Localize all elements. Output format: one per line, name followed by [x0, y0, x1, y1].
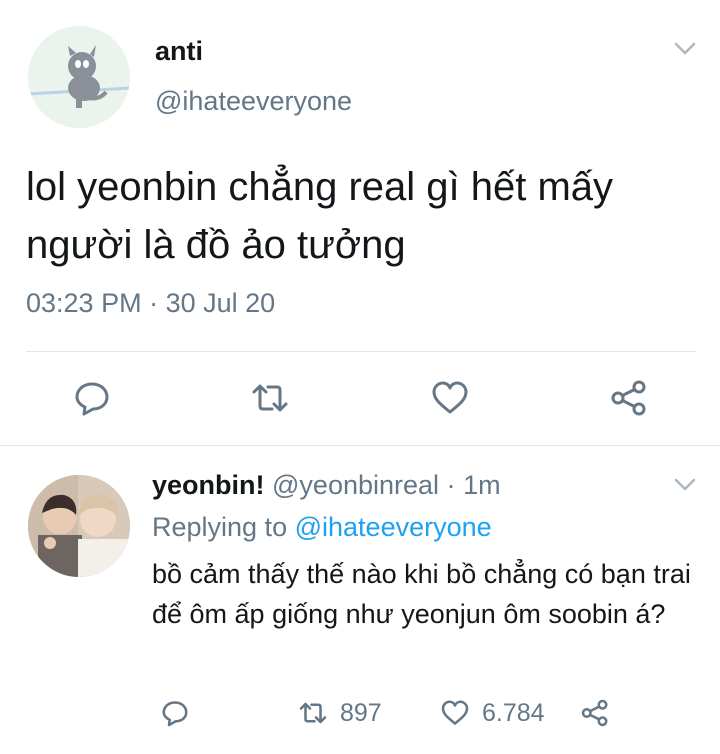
reply-button[interactable] [72, 378, 112, 418]
tweet-age[interactable]: 1m [463, 470, 501, 500]
user-handle[interactable]: @yeonbinreal [272, 470, 439, 500]
reply-header: yeonbin! @yeonbinreal · 1m [152, 470, 501, 501]
tweet-time: 03:23 PM [26, 288, 142, 318]
divider [0, 445, 720, 446]
retweet-icon [299, 702, 327, 724]
share-icon [611, 380, 646, 416]
retweet-button[interactable] [250, 378, 290, 418]
retweet-count: 897 [340, 698, 382, 727]
avatar[interactable] [28, 26, 130, 128]
reply-icon [75, 382, 109, 416]
cat-avatar-illustration [28, 26, 130, 128]
tweet-text: lol yeonbin chẳng real gì hết mấy người … [26, 165, 614, 267]
replying-to-link[interactable]: @ihateeveryone [295, 512, 492, 542]
share-button[interactable] [580, 697, 610, 729]
like-icon [441, 700, 469, 725]
divider [26, 351, 696, 352]
replying-prefix: Replying to [152, 512, 288, 542]
share-icon [581, 699, 608, 727]
share-button[interactable] [609, 378, 649, 418]
chevron-down-icon[interactable] [674, 42, 696, 56]
reply-button[interactable] [160, 697, 190, 729]
like-count: 6.784 [482, 698, 545, 727]
retweet-icon [252, 384, 288, 412]
reply-text: bồ cảm thấy thế nào khi bồ chẳng có bạn … [152, 559, 691, 629]
like-icon [432, 381, 468, 414]
avatar[interactable] [28, 475, 130, 577]
replying-to: Replying to @ihateeveryone [152, 512, 492, 543]
tweet-timestamp[interactable]: 03:23 PM · 30 Jul 20 [26, 288, 275, 319]
meta-separator: · [149, 288, 159, 318]
display-name[interactable]: anti [155, 36, 203, 67]
like-button[interactable]: 6.784 [440, 697, 545, 729]
display-name[interactable]: yeonbin! [152, 470, 265, 500]
photo-avatar [28, 475, 130, 577]
retweet-button[interactable]: 897 [298, 697, 382, 729]
tweet-date: 30 Jul 20 [165, 288, 276, 318]
meta-separator: · [446, 470, 456, 500]
user-handle[interactable]: @ihateeveryone [155, 86, 352, 117]
like-button[interactable] [430, 378, 470, 418]
reply-icon [162, 701, 188, 727]
chevron-down-icon[interactable] [674, 478, 696, 492]
